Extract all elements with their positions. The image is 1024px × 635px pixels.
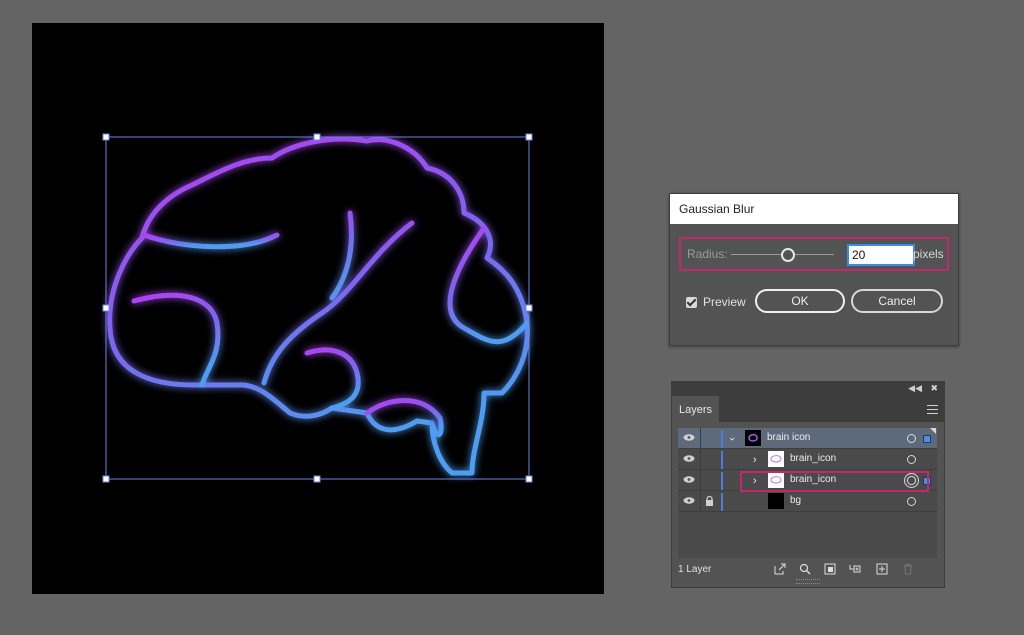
handle-middle-right xyxy=(525,304,533,312)
handle-top-right xyxy=(525,133,533,141)
handle-top-center xyxy=(313,133,321,141)
panel-footer: 1 Layer xyxy=(672,563,944,587)
target-icon[interactable] xyxy=(907,434,916,443)
radius-label: Radius: xyxy=(687,247,728,261)
handle-bottom-left xyxy=(102,475,110,483)
row-highlight-annotation xyxy=(740,471,929,492)
layer-color-bar xyxy=(721,430,723,448)
selection-indicator[interactable] xyxy=(923,435,931,443)
collapse-panel-icon[interactable]: ◀◀ xyxy=(908,383,922,394)
layer-color-bar xyxy=(721,493,723,511)
layer-name[interactable]: bg xyxy=(790,495,801,506)
brain-outline xyxy=(107,136,530,476)
layers-panel: ◀◀ ✖ Layers › brain icon › brain_icon › … xyxy=(671,381,945,588)
artboard-canvas[interactable] xyxy=(32,23,604,594)
preview-option[interactable]: Preview xyxy=(686,294,746,310)
layer-name[interactable]: brain icon xyxy=(767,432,810,443)
layer-thumbnail xyxy=(768,451,784,467)
handle-bottom-right xyxy=(525,475,533,483)
panel-menu-icon[interactable] xyxy=(927,405,938,417)
layer-row-brain-icon-1[interactable]: › brain_icon xyxy=(678,449,937,470)
close-icon[interactable]: ✖ xyxy=(930,383,938,394)
handle-bottom-center xyxy=(313,475,321,483)
clipping-mask-icon[interactable] xyxy=(824,563,836,575)
eye-icon[interactable] xyxy=(683,455,695,462)
tab-layers[interactable]: Layers xyxy=(672,396,719,422)
panel-topbar[interactable]: ◀◀ ✖ xyxy=(672,382,944,396)
panel-resize-grip[interactable] xyxy=(796,579,820,584)
radius-input[interactable] xyxy=(847,244,915,266)
handle-top-left xyxy=(102,133,110,141)
brain-fold-top-left xyxy=(141,232,280,250)
chevron-down-icon[interactable]: › xyxy=(726,437,738,441)
brain-fold-lower xyxy=(304,347,361,411)
corner-marker-icon xyxy=(930,428,936,434)
layer-color-bar xyxy=(721,472,723,490)
ok-button[interactable]: OK xyxy=(755,289,845,313)
new-layer-icon[interactable] xyxy=(876,563,888,575)
radius-slider-knob[interactable] xyxy=(780,248,795,262)
layer-name[interactable]: brain_icon xyxy=(790,453,836,464)
brain-fold-center xyxy=(261,220,415,386)
eye-icon[interactable] xyxy=(683,476,695,483)
selection-bounding-box xyxy=(105,136,530,480)
radius-row: Radius: pixels xyxy=(679,237,949,271)
layer-row-bg[interactable]: bg xyxy=(678,491,937,512)
brain-fold-left xyxy=(131,292,221,388)
new-sublayer-icon[interactable] xyxy=(849,563,861,575)
layer-list: › brain icon › brain_icon › brain_icon b… xyxy=(678,428,937,558)
preview-label: Preview xyxy=(703,295,746,309)
panel-tab-row: Layers xyxy=(672,396,944,422)
trash-icon[interactable] xyxy=(902,563,914,575)
handle-middle-left xyxy=(102,304,110,312)
export-icon[interactable] xyxy=(774,563,786,575)
radius-unit-label: pixels xyxy=(913,247,944,261)
cancel-button[interactable]: Cancel xyxy=(851,289,943,313)
preview-checkbox[interactable] xyxy=(686,296,697,308)
eye-icon[interactable] xyxy=(683,434,695,441)
gaussian-blur-dialog: Gaussian Blur Radius: pixels Preview OK … xyxy=(669,193,959,346)
layer-thumbnail xyxy=(745,430,761,446)
lock-icon[interactable] xyxy=(705,496,714,506)
layer-row-brain-icon[interactable]: › brain icon xyxy=(678,428,937,449)
layer-thumbnail xyxy=(768,493,784,509)
eye-icon[interactable] xyxy=(683,497,695,504)
target-icon[interactable] xyxy=(907,455,916,464)
brain-artwork[interactable] xyxy=(32,23,604,594)
target-icon[interactable] xyxy=(907,497,916,506)
chevron-right-icon[interactable]: › xyxy=(753,454,757,466)
search-icon[interactable] xyxy=(799,563,811,575)
layer-color-bar xyxy=(721,451,723,469)
layer-count: 1 Layer xyxy=(678,564,712,575)
dialog-title[interactable]: Gaussian Blur xyxy=(670,194,958,224)
